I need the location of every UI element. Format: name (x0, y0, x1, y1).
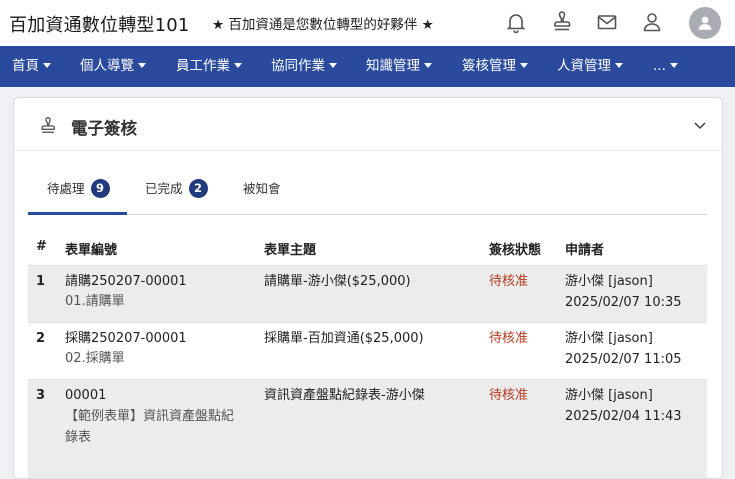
nav-item-label: 知識管理 (366, 58, 420, 74)
caret-down-icon (138, 63, 146, 68)
active-tab-indicator (28, 212, 127, 215)
caret-down-icon (43, 63, 51, 68)
table-row[interactable]: 2 採購250207-00001 02.採購單 採購單-百加資通($25,000… (28, 322, 707, 379)
bell-icon[interactable] (504, 10, 528, 34)
stamp-icon[interactable] (550, 10, 574, 34)
form-number-link[interactable]: 採購250207-00001 (65, 329, 187, 349)
main-nav: 首頁 個人導覽 員工作業 協同作業 知識管理 簽核管理 人資管理 ... (0, 46, 735, 87)
caret-down-icon (520, 63, 528, 68)
card-title: 電子簽核 (71, 119, 137, 138)
top-header: 百加資通數位轉型101 ★ 百加資通是您數位轉型的好夥伴 ★ (0, 0, 735, 46)
nav-item-personal-guide[interactable]: 個人導覽 (80, 46, 146, 87)
caret-down-icon (669, 63, 678, 68)
nav-item-label: 簽核管理 (462, 58, 516, 74)
form-number-link[interactable]: 00001 (65, 386, 106, 406)
nav-item-approval[interactable]: 簽核管理 (462, 46, 528, 87)
row-index: 2 (36, 331, 46, 346)
form-type-line-2: 錄表 (65, 430, 92, 445)
column-header-index: # (36, 239, 47, 254)
count-badge: 9 (90, 179, 110, 198)
applied-time: 2025/02/07 10:35 (565, 295, 682, 310)
tab-pending[interactable]: 待處理 9 (47, 178, 110, 214)
row-index: 1 (36, 274, 46, 289)
tabs-underline (28, 214, 707, 215)
applicant-name: 游小傑 [jason] (565, 331, 653, 346)
count-badge: 2 (188, 179, 208, 198)
mail-icon[interactable] (595, 10, 619, 34)
nav-item-collaboration[interactable]: 協同作業 (271, 46, 337, 87)
form-subject: 請購單-游小傑($25,000) (264, 274, 411, 289)
user-icon[interactable] (640, 10, 664, 34)
form-subject: 資訊資產盤點紀錄表-游小傑 (264, 388, 425, 403)
caret-down-icon (234, 63, 242, 68)
tab-label: 已完成 (145, 181, 183, 196)
nav-item-employee-ops[interactable]: 員工作業 (176, 46, 242, 87)
column-header-applicant: 申請者 (565, 243, 605, 258)
nav-item-hr[interactable]: 人資管理 (557, 46, 623, 87)
column-header-form-no: 表單編號 (65, 243, 118, 258)
app-title[interactable]: 百加資通數位轉型101 (9, 11, 190, 37)
form-subject: 採購單-百加資通($25,000) (264, 331, 424, 346)
nav-item-more[interactable]: ... (653, 46, 678, 87)
nav-item-label: 協同作業 (271, 58, 325, 74)
nav-item-knowledge[interactable]: 知識管理 (366, 46, 432, 87)
nav-item-label: 員工作業 (176, 58, 230, 74)
status-text: 待核准 (489, 331, 529, 346)
table-row[interactable]: 1 請購250207-00001 01.請購單 請購單-游小傑($25,000)… (28, 265, 707, 322)
nav-item-label: 人資管理 (557, 58, 611, 74)
user-avatar-icon[interactable] (689, 7, 721, 39)
nav-item-home[interactable]: 首頁 (12, 46, 51, 87)
stamp-icon (38, 116, 58, 136)
e-approval-card: 電子簽核 待處理 9 已完成 2 被知會 # 表單編號 表單主題 簽核狀態 申請者 … (13, 97, 723, 479)
status-text: 待核准 (489, 388, 529, 403)
applicant-name: 游小傑 [jason] (565, 274, 653, 289)
applied-time: 2025/02/04 11:43 (565, 409, 682, 424)
tab-label: 待處理 (47, 181, 85, 196)
tab-notified[interactable]: 被知會 (243, 178, 281, 214)
form-type: 02.採購單 (65, 351, 125, 366)
slogan: ★ 百加資通是您數位轉型的好夥伴 ★ (212, 17, 434, 33)
status-text: 待核准 (489, 274, 529, 289)
tab-completed[interactable]: 已完成 2 (145, 178, 208, 214)
column-header-subject: 表單主題 (264, 243, 317, 258)
nav-item-label: 個人導覽 (80, 58, 134, 74)
form-type: 01.請購單 (65, 294, 125, 309)
applied-time: 2025/02/07 11:05 (565, 352, 682, 367)
nav-item-label: 首頁 (12, 58, 39, 74)
form-number-link[interactable]: 請購250207-00001 (65, 272, 187, 292)
table-row[interactable]: 3 00001 【範例表單】資訊資產盤點紀 錄表 資訊資產盤點紀錄表-游小傑 待… (28, 379, 707, 478)
column-header-status: 簽核狀態 (489, 243, 542, 258)
caret-down-icon (615, 63, 623, 68)
caret-down-icon (424, 63, 432, 68)
card-header-divider (14, 150, 722, 151)
form-type-line-1: 【範例表單】資訊資產盤點紀 (65, 409, 235, 424)
tab-label: 被知會 (243, 181, 281, 196)
applicant-name: 游小傑 [jason] (565, 388, 653, 403)
nav-item-label: ... (653, 58, 666, 74)
caret-down-icon (329, 63, 337, 68)
row-index: 3 (36, 388, 46, 403)
chevron-down-icon[interactable] (692, 117, 708, 133)
